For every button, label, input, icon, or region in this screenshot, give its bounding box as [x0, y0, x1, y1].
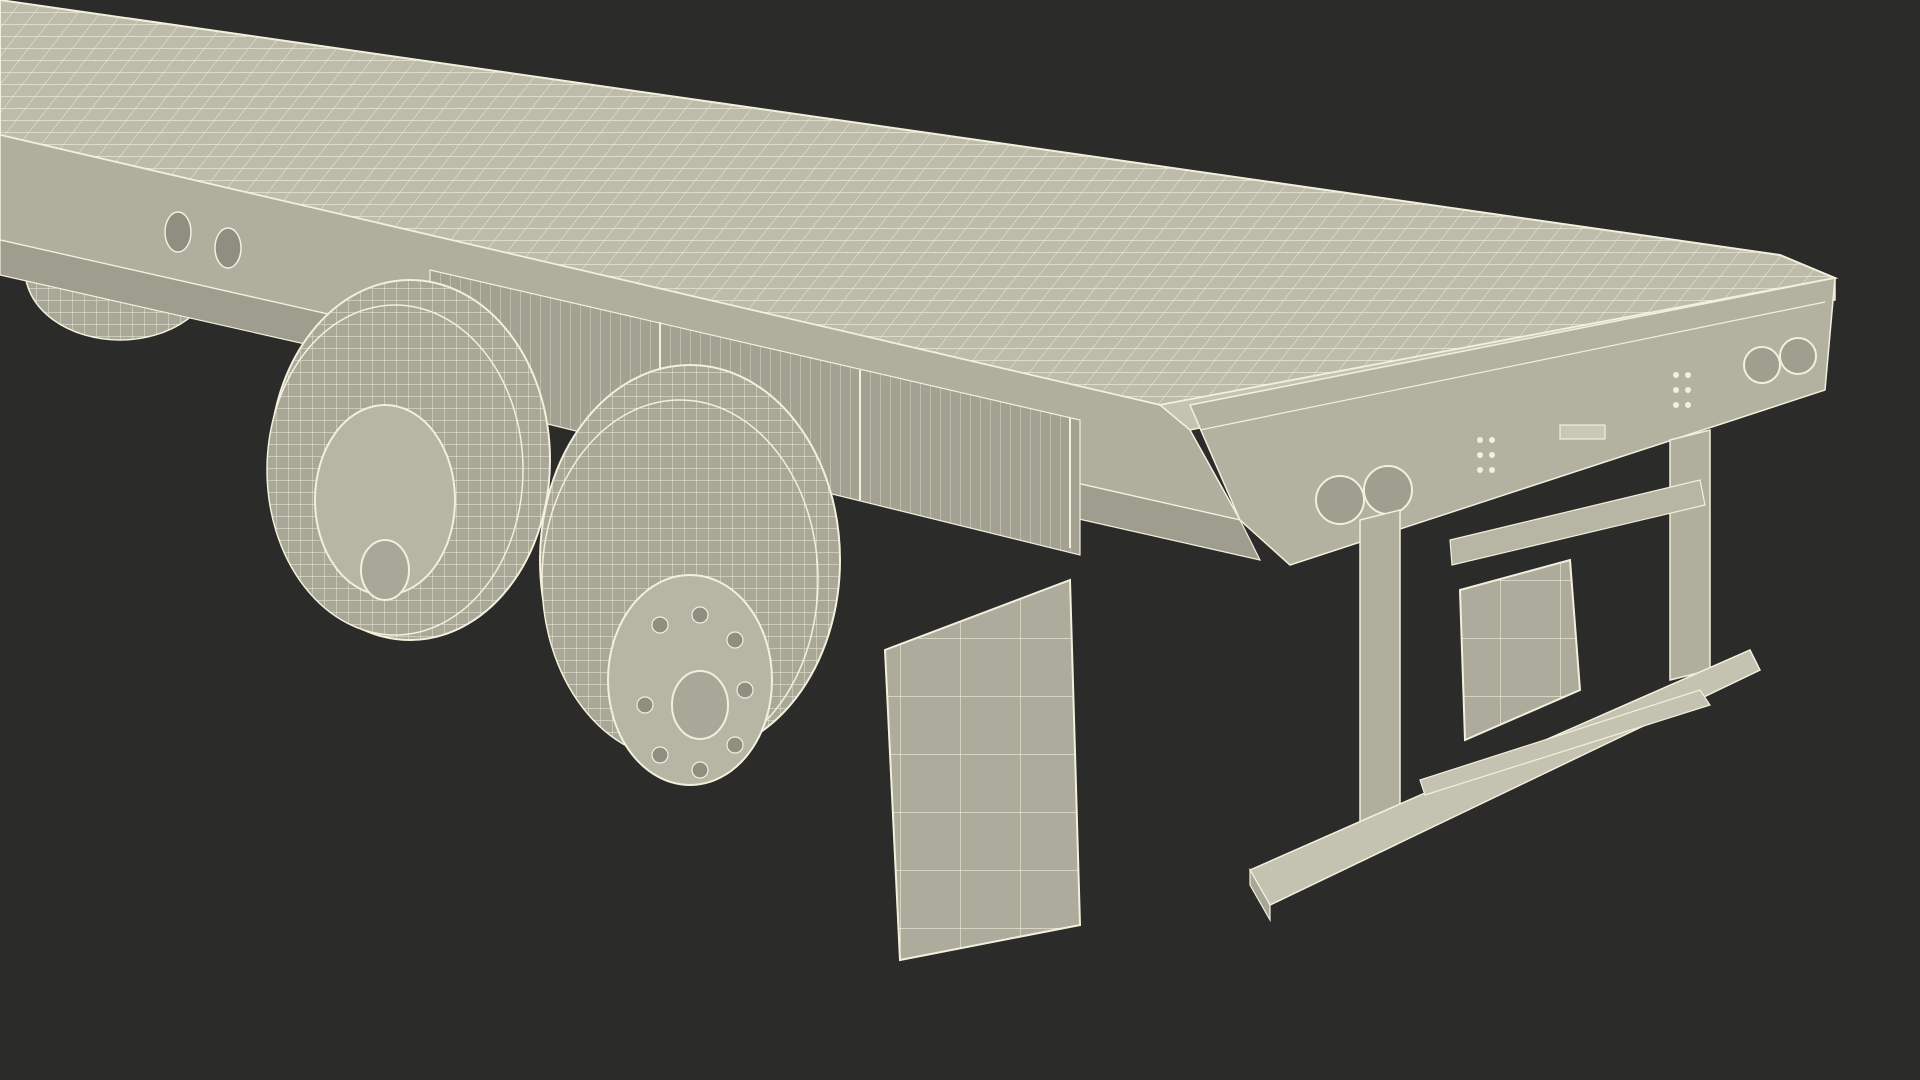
render-viewport	[0, 0, 1920, 1080]
trailer-wireframe-render	[0, 0, 1839, 962]
rear-wheel-back	[266, 279, 551, 641]
rear-wheel-front	[539, 364, 841, 786]
mud-flap-rear	[1458, 558, 1582, 742]
mud-flap-front	[883, 578, 1082, 962]
